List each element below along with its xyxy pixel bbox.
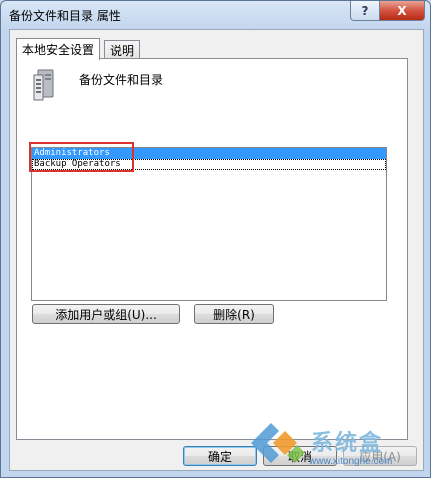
dialog-client: 本地安全设置 说明 备份文件和目录 Administrators Backup bbox=[9, 29, 424, 471]
help-button[interactable]: ? bbox=[350, 1, 380, 21]
policy-name: 备份文件和目录 bbox=[79, 73, 164, 87]
close-button[interactable]: X bbox=[379, 1, 425, 21]
tab-local-security-setting[interactable]: 本地安全设置 bbox=[16, 38, 101, 60]
window-title: 备份文件和目录 属性 bbox=[9, 9, 121, 23]
server-icon bbox=[33, 69, 55, 104]
members-listbox[interactable]: Administrators Backup Operators bbox=[31, 147, 387, 301]
remove-button[interactable]: 删除(R) bbox=[194, 304, 274, 324]
tab-explain[interactable]: 说明 bbox=[104, 40, 141, 59]
cancel-button[interactable]: 取消 bbox=[263, 446, 337, 466]
tab-page: 备份文件和目录 Administrators Backup Operators … bbox=[16, 58, 408, 440]
list-item-backup-operators[interactable]: Backup Operators bbox=[32, 159, 386, 170]
list-item-administrators[interactable]: Administrators bbox=[32, 148, 386, 159]
properties-dialog: 备份文件和目录 属性 ? X 本地安全设置 说明 备份文件和目录 Adminis… bbox=[0, 0, 431, 478]
apply-button[interactable]: 应用(A) bbox=[343, 446, 417, 466]
ok-button[interactable]: 确定 bbox=[183, 446, 257, 466]
add-user-or-group-button[interactable]: 添加用户或组(U)... bbox=[32, 304, 180, 324]
